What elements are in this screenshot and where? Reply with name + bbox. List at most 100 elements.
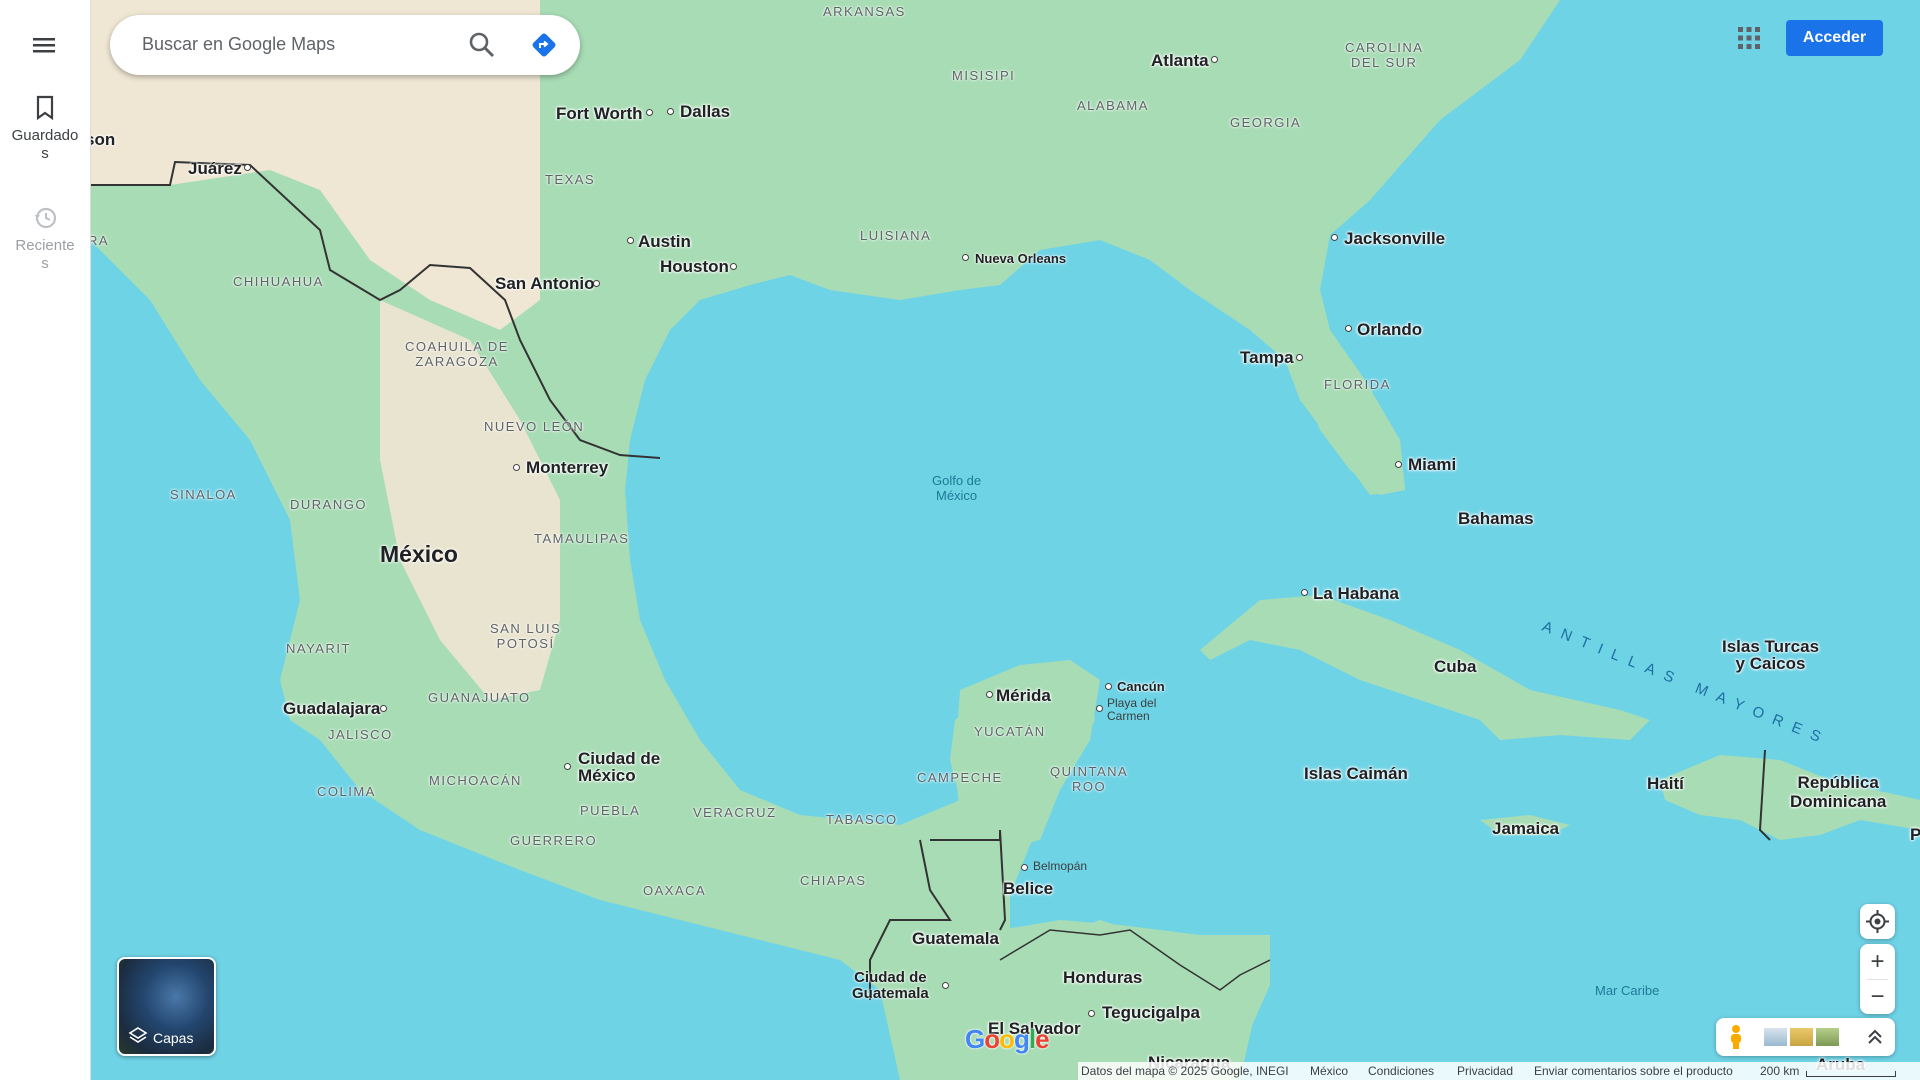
city-label-la-habana[interactable]: La Habana — [1313, 584, 1399, 604]
country-label-honduras[interactable]: Honduras — [1063, 968, 1142, 988]
directions-icon — [532, 33, 556, 57]
layers-label: Capas — [153, 1030, 194, 1046]
city-dot — [564, 763, 571, 770]
country-label-islas-turcas[interactable]: Islas Turcas y Caicos — [1722, 638, 1819, 672]
country-link[interactable]: México — [1310, 1064, 1348, 1078]
state-label-misisipi: MISISIPI — [952, 68, 1016, 83]
state-label-guanajuato: GUANAJUATO — [428, 690, 531, 705]
search-button[interactable] — [468, 31, 496, 59]
state-label-durango: DURANGO — [290, 497, 367, 512]
feedback-link[interactable]: Enviar comentarios sobre el producto — [1534, 1064, 1733, 1078]
city-dot — [513, 464, 520, 471]
city-dot — [1088, 1010, 1095, 1017]
state-label-carolina-del-sur: CAROLINA DEL SUR — [1345, 40, 1424, 70]
city-label-cancun[interactable]: Cancún — [1117, 679, 1165, 694]
terrain-thumbnail[interactable] — [1764, 1028, 1787, 1046]
city-dot — [962, 254, 969, 261]
country-label-belice[interactable]: Belice — [1003, 879, 1053, 899]
city-label-tampa[interactable]: Tampa — [1240, 348, 1294, 368]
city-label-austin[interactable]: Austin — [638, 232, 691, 252]
menu-button[interactable] — [31, 35, 57, 55]
my-location-icon — [1866, 910, 1889, 933]
map-type-bar — [1716, 1018, 1895, 1056]
layers-button[interactable]: Capas — [117, 957, 216, 1056]
state-label-tamaulipas: TAMAULIPAS — [534, 531, 630, 546]
city-label-belmopan[interactable]: Belmopán — [1033, 859, 1087, 873]
sign-in-button[interactable]: Acceder — [1786, 20, 1883, 56]
city-dot — [1301, 589, 1308, 596]
country-label-bahamas[interactable]: Bahamas — [1458, 509, 1534, 529]
sidebar-item-label: Guardado s — [11, 127, 79, 162]
city-label-miami[interactable]: Miami — [1408, 455, 1456, 475]
city-label-tegucigalpa[interactable]: Tegucigalpa — [1102, 1003, 1200, 1023]
sidebar-item-label: Reciente s — [15, 237, 75, 272]
state-label-arkansas: ARKANSAS — [823, 4, 906, 19]
state-label-quintana-roo: QUINTANA ROO — [1050, 764, 1129, 794]
state-label-chihuahua: CHIHUAHUA — [233, 274, 324, 289]
country-label-jamaica[interactable]: Jamaica — [1492, 819, 1559, 839]
map-canvas[interactable]: ARKANSAS MISISIPI ALABAMA GEORGIA CAROLI… — [90, 0, 1920, 1080]
city-dot — [1296, 354, 1303, 361]
country-label-guatemala[interactable]: Guatemala — [912, 929, 999, 949]
zoom-out-button[interactable]: − — [1860, 979, 1895, 1014]
city-label-ciudad-de-mexico[interactable]: Ciudad de México — [578, 750, 660, 784]
city-dot — [646, 109, 653, 116]
scale-label[interactable]: 200 km — [1760, 1064, 1799, 1078]
country-label-partial[interactable]: P — [1910, 825, 1920, 845]
city-dot — [1096, 705, 1103, 712]
city-dot — [986, 691, 993, 698]
city-label-dallas[interactable]: Dallas — [680, 102, 730, 122]
city-label-merida[interactable]: Mérida — [996, 686, 1051, 706]
state-label-colima: COLIMA — [317, 784, 376, 799]
terms-link[interactable]: Condiciones — [1368, 1064, 1434, 1078]
map-data-attribution: Datos del mapa © 2025 Google, INEGI — [1081, 1064, 1289, 1078]
country-label-mexico[interactable]: México — [380, 541, 458, 568]
city-label-san-antonio[interactable]: San Antonio — [495, 274, 594, 294]
pegman-icon — [1731, 1025, 1741, 1049]
city-label-playa-del-carmen[interactable]: Playa del Carmen — [1107, 697, 1156, 723]
directions-button[interactable] — [530, 31, 558, 59]
zoom-controls: + − — [1860, 944, 1895, 1014]
my-location-button[interactable] — [1860, 904, 1895, 939]
city-label-jacksonville[interactable]: Jacksonville — [1344, 229, 1445, 249]
city-label-atlanta[interactable]: Atlanta — [1151, 51, 1209, 71]
search-input[interactable] — [140, 33, 444, 56]
city-dot — [1021, 864, 1028, 871]
country-label-cuba[interactable]: Cuba — [1434, 657, 1477, 677]
state-label-san-luis-potosi: SAN LUIS POTOSÍ — [490, 621, 562, 651]
state-label-nuevo-leon: NUEVO LEÓN — [484, 419, 585, 434]
state-label-campeche: CAMPECHE — [917, 770, 1003, 785]
city-dot — [380, 705, 387, 712]
city-label-partial[interactable]: son — [90, 130, 115, 150]
city-label-nueva-orleans[interactable]: Nueva Orleans — [975, 251, 1066, 266]
city-label-ciudad-de-guatemala[interactable]: Ciudad de Guatemala — [852, 970, 929, 1002]
traffic-thumbnail[interactable] — [1790, 1028, 1813, 1046]
expand-button[interactable] — [1864, 1026, 1886, 1048]
map-footer: Datos del mapa © 2025 Google, INEGI Méxi… — [1078, 1062, 1920, 1080]
city-dot — [1395, 461, 1402, 468]
city-label-juarez[interactable]: Juárez — [188, 159, 242, 179]
country-label-republica-dominicana[interactable]: República Dominicana — [1790, 773, 1886, 811]
layers-icon — [128, 1027, 148, 1043]
city-label-guadalajara[interactable]: Guadalajara — [283, 699, 380, 719]
pegman-button[interactable] — [1722, 1023, 1750, 1051]
city-label-orlando[interactable]: Orlando — [1357, 320, 1422, 340]
city-label-houston[interactable]: Houston — [660, 257, 729, 277]
state-label-florida: FLORIDA — [1324, 377, 1391, 392]
sidebar-item-saved[interactable]: Guardado s — [0, 95, 90, 163]
apps-button[interactable] — [1737, 26, 1761, 50]
city-label-fort-worth[interactable]: Fort Worth — [556, 104, 643, 124]
bookmark-icon — [36, 95, 54, 121]
state-label-georgia: GEORGIA — [1230, 115, 1302, 130]
city-label-monterrey[interactable]: Monterrey — [526, 458, 608, 478]
country-label-haiti[interactable]: Haití — [1647, 774, 1684, 794]
state-label-coahuila: COAHUILA DE ZARAGOZA — [405, 339, 509, 369]
google-logo: Google — [965, 1024, 1050, 1054]
city-dot — [942, 982, 949, 989]
sidebar-item-recent[interactable]: Reciente s — [0, 205, 90, 273]
satellite-thumbnail[interactable] — [1816, 1028, 1839, 1046]
zoom-in-button[interactable]: + — [1860, 944, 1895, 979]
country-label-islas-caiman[interactable]: Islas Caimán — [1304, 764, 1408, 784]
state-label-nayarit: NAYARIT — [286, 641, 351, 656]
privacy-link[interactable]: Privacidad — [1457, 1064, 1513, 1078]
